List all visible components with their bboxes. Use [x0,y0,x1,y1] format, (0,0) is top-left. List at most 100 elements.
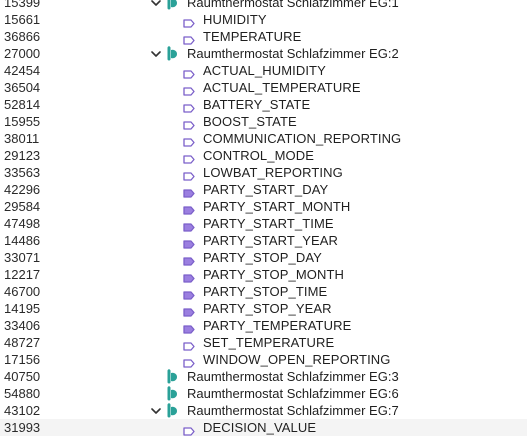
object-id: 43102 [4,403,41,418]
object-id: 14195 [4,301,41,316]
tree-datapoint-row[interactable]: 17156 WINDOW_OPEN_REPORTING [0,351,527,368]
datapoint-label: PARTY_START_MONTH [203,199,351,214]
tree-datapoint-row[interactable]: 14195 PARTY_STOP_YEAR [0,300,527,317]
tree-device-row[interactable]: 27000 Raumthermostat Schlafzimmer EG:2 [0,45,527,62]
thermostat-device-icon [165,386,179,401]
tree-datapoint-row[interactable]: 33406 PARTY_TEMPERATURE [0,317,527,334]
chevron-down-icon[interactable] [149,0,163,11]
object-id: 15955 [4,114,41,129]
datapoint-label: PARTY_TEMPERATURE [203,318,352,333]
object-id: 54880 [4,386,41,401]
tree-datapoint-row[interactable]: 42296 PARTY_START_DAY [0,181,527,198]
tree-datapoint-row[interactable]: 36866 TEMPERATURE [0,28,527,45]
device-label: Raumthermostat Schlafzimmer EG:6 [187,386,399,401]
object-id: 29584 [4,199,41,214]
datapoint-label: PARTY_START_YEAR [203,233,339,248]
object-id: 15399 [4,0,41,10]
datapoint-label: WINDOW_OPEN_REPORTING [203,352,391,367]
tree-datapoint-row[interactable]: 31993 DECISION_VALUE [0,419,527,436]
tree-device-row[interactable]: 40750 Raumthermostat Schlafzimmer EG:3 [0,368,527,385]
object-id: 33071 [4,250,41,265]
datapoint-icon [183,202,195,215]
tree-datapoint-row[interactable]: 42454 ACTUAL_HUMIDITY [0,62,527,79]
tree-datapoint-row[interactable]: 46700 PARTY_STOP_TIME [0,283,527,300]
datapoint-icon [183,66,195,79]
object-id: 15661 [4,12,41,27]
object-id: 17156 [4,352,41,367]
object-id: 14486 [4,233,41,248]
object-id: 36866 [4,29,41,44]
datapoint-label: PARTY_START_DAY [203,182,329,197]
datapoint-icon [183,423,195,436]
device-label: Raumthermostat Schlafzimmer EG:1 [187,0,399,10]
tree-datapoint-row[interactable]: 15661 HUMIDITY [0,11,527,28]
datapoint-icon [183,134,195,147]
tree-datapoint-row[interactable]: 47498 PARTY_START_TIME [0,215,527,232]
object-id: 38011 [4,131,40,146]
device-label: Raumthermostat Schlafzimmer EG:7 [187,403,399,418]
datapoint-icon [183,15,195,28]
tree-datapoint-row[interactable]: 52814 BATTERY_STATE [0,96,527,113]
datapoint-label: ACTUAL_HUMIDITY [203,63,326,78]
datapoint-icon [183,100,195,113]
device-label: Raumthermostat Schlafzimmer EG:2 [187,46,399,61]
tree-datapoint-row[interactable]: 12217 PARTY_STOP_MONTH [0,266,527,283]
object-id: 52814 [4,97,41,112]
datapoint-label: CONTROL_MODE [203,148,314,163]
datapoint-icon [183,287,195,300]
datapoint-label: ACTUAL_TEMPERATURE [203,80,361,95]
tree-datapoint-row[interactable]: 29123 CONTROL_MODE [0,147,527,164]
object-id: 36504 [4,80,41,95]
datapoint-label: PARTY_STOP_TIME [203,284,328,299]
datapoint-icon [183,168,195,181]
datapoint-label: PARTY_STOP_MONTH [203,267,345,282]
object-id: 12217 [4,267,41,282]
tree-device-row[interactable]: 15399 Raumthermostat Schlafzimmer EG:1 [0,0,527,11]
datapoint-icon [183,83,195,96]
datapoint-label: DECISION_VALUE [203,420,317,435]
datapoint-icon [183,338,195,351]
tree-datapoint-row[interactable]: 36504 ACTUAL_TEMPERATURE [0,79,527,96]
chevron-down-icon[interactable] [149,45,163,62]
object-id: 48727 [4,335,41,350]
datapoint-icon [183,117,195,130]
object-id: 47498 [4,216,41,231]
datapoint-label: COMMUNICATION_REPORTING [203,131,402,146]
datapoint-icon [183,355,195,368]
tree-datapoint-row[interactable]: 48727 SET_TEMPERATURE [0,334,527,351]
tree-datapoint-row[interactable]: 38011 COMMUNICATION_REPORTING [0,130,527,147]
datapoint-label: TEMPERATURE [203,29,302,44]
object-id: 42454 [4,63,41,78]
tree-datapoint-row[interactable]: 29584 PARTY_START_MONTH [0,198,527,215]
thermostat-device-icon [165,46,179,61]
tree-datapoint-row[interactable]: 15955 BOOST_STATE [0,113,527,130]
datapoint-label: HUMIDITY [203,12,267,27]
object-id: 33406 [4,318,41,333]
object-id: 33563 [4,165,41,180]
datapoint-label: BOOST_STATE [203,114,297,129]
datapoint-icon [183,219,195,232]
datapoint-icon [183,185,195,198]
tree-device-row[interactable]: 43102 Raumthermostat Schlafzimmer EG:7 [0,402,527,419]
object-id: 40750 [4,369,41,384]
datapoint-icon [183,321,195,334]
tree-datapoint-row[interactable]: 33071 PARTY_STOP_DAY [0,249,527,266]
chevron-down-icon[interactable] [149,402,163,419]
datapoint-icon [183,253,195,266]
datapoint-icon [183,304,195,317]
object-id: 46700 [4,284,41,299]
datapoint-icon [183,32,195,45]
datapoint-icon [183,270,195,283]
tree-datapoint-row[interactable]: 33563 LOWBAT_REPORTING [0,164,527,181]
thermostat-device-icon [165,403,179,418]
datapoint-icon [183,236,195,249]
thermostat-device-icon [165,0,179,10]
object-id: 42296 [4,182,41,197]
datapoint-icon [183,151,195,164]
datapoint-label: BATTERY_STATE [203,97,311,112]
object-id: 29123 [4,148,41,163]
object-id: 31993 [4,420,41,435]
tree-device-row[interactable]: 54880 Raumthermostat Schlafzimmer EG:6 [0,385,527,402]
device-label: Raumthermostat Schlafzimmer EG:3 [187,369,399,384]
tree-datapoint-row[interactable]: 14486 PARTY_START_YEAR [0,232,527,249]
